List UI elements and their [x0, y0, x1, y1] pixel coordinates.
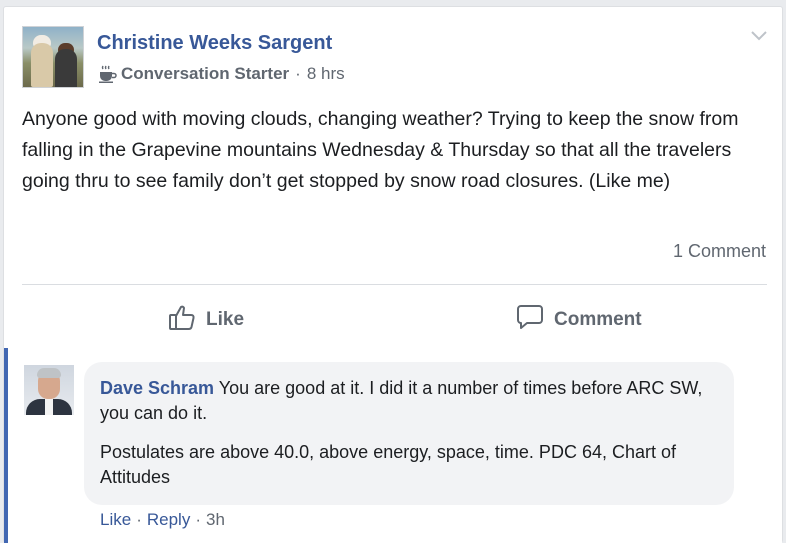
speech-bubble-icon — [516, 303, 554, 337]
comment-reply-link[interactable]: Reply — [147, 510, 190, 529]
comment-count-link[interactable]: 1 Comment — [673, 241, 766, 262]
thumbs-up-icon — [168, 303, 206, 337]
comment-timestamp[interactable]: 3h — [206, 510, 225, 529]
post-meta: Conversation Starter · 8 hrs — [97, 64, 345, 84]
commenter-name[interactable]: Dave Schram — [100, 378, 214, 398]
post-author-name[interactable]: Christine Weeks Sargent — [97, 32, 332, 55]
divider — [22, 284, 767, 285]
comment-like-link[interactable]: Like — [100, 510, 131, 529]
author-avatar[interactable] — [22, 26, 84, 88]
post-card: Christine Weeks Sargent Conversation Sta… — [3, 6, 783, 543]
comment-button[interactable]: Comment — [516, 303, 642, 337]
comment-button-label: Comment — [554, 309, 642, 330]
meta-separator: · — [295, 64, 301, 83]
chevron-down-icon[interactable] — [750, 29, 768, 41]
comment-action-separator: · — [195, 510, 201, 529]
like-button-label: Like — [206, 309, 245, 330]
comment-bubble: Dave Schram You are good at it. I did it… — [84, 362, 734, 505]
post-timestamp[interactable]: 8 hrs — [307, 64, 345, 84]
like-button[interactable]: Like — [168, 303, 244, 337]
comments-section: Dave Schram You are good at it. I did it… — [4, 348, 782, 543]
conversation-starter-badge[interactable]: Conversation Starter — [121, 64, 289, 84]
comment-action-separator: · — [136, 510, 142, 529]
comment-text-paragraph: Postulates are above 40.0, above energy,… — [100, 442, 676, 487]
coffee-cup-icon — [97, 64, 117, 84]
commenter-avatar[interactable] — [24, 365, 74, 415]
comment-actions: Like · Reply · 3h — [100, 510, 225, 530]
post-text: Anyone good with moving clouds, changing… — [22, 108, 739, 192]
